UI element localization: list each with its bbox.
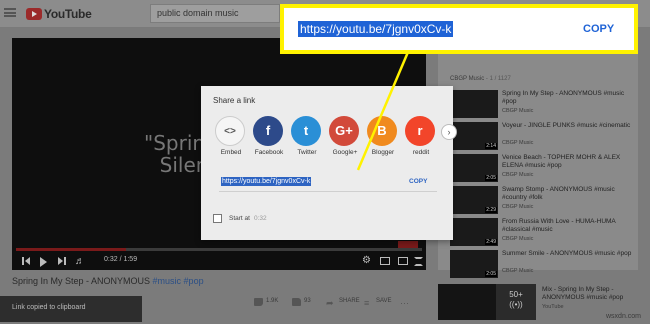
share-dialog-title: Share a link	[213, 96, 256, 105]
mix-title: Mix - Spring In My Step - ANONYMOUS #mus…	[542, 286, 624, 301]
like-count[interactable]: 1.9K	[266, 298, 278, 304]
video-title-text: Spring In My Step - ANONYMOUS	[12, 276, 153, 286]
share-arrow-icon[interactable]: ➦	[326, 298, 334, 309]
volume-icon[interactable]: ♬	[75, 256, 85, 267]
start-at-checkbox[interactable]	[213, 214, 222, 223]
playlist-item-channel: CBGP Music	[502, 268, 534, 274]
progress-fill	[16, 248, 126, 251]
playlist-position: - 1 / 1127	[484, 76, 511, 82]
save-playlist-icon[interactable]: ≡	[364, 298, 369, 308]
playlist-thumbnail: 2:05	[450, 250, 498, 278]
progress-end-marker	[398, 241, 418, 248]
google-plus-icon[interactable]: G+	[329, 116, 359, 146]
search-input[interactable]: public domain music	[150, 4, 280, 23]
playlist-channel: CBGP Music - 1 / 1127	[450, 76, 511, 82]
playlist-item[interactable]: 2:49 From Russia With Love - HUMA-HUMA #c…	[450, 218, 640, 248]
playlist-channel-name[interactable]: CBGP Music	[450, 76, 484, 82]
reddit-icon[interactable]: r	[405, 116, 435, 146]
fullscreen-icon[interactable]	[414, 257, 423, 266]
playlist-thumbnail: 2:29	[450, 186, 498, 214]
callout-copy-button[interactable]: COPY	[583, 23, 614, 35]
youtube-wordmark: YouTube	[44, 7, 92, 21]
playlist-item-channel: CBGP Music	[502, 108, 534, 114]
blogger-icon[interactable]: B	[367, 116, 397, 146]
twitter-icon[interactable]: t	[291, 116, 321, 146]
playlist-thumbnail: 2:05	[450, 154, 498, 182]
start-at-label: Start at 0:32	[229, 215, 267, 222]
theater-mode-icon[interactable]	[398, 257, 408, 265]
watermark: wsxdn.com	[606, 313, 642, 320]
playlist-item-title: Voyeur - JINGLE PUNKS #music #cinematic	[502, 122, 631, 129]
share-link-field[interactable]: https://youtu.be/7jgnv0xCv-k COPY	[219, 174, 437, 192]
playlist-thumbnail	[450, 90, 498, 118]
playlist-item-title: Spring In My Step - ANONYMOUS #music #po…	[502, 90, 625, 105]
playlist-item-title: Summer Smile - ANONYMOUS #music #pop	[502, 250, 632, 257]
playlist-item-channel: CBGP Music	[502, 172, 534, 178]
more-options-icon[interactable]: ⋯	[400, 298, 409, 309]
next-icon[interactable]	[58, 257, 66, 265]
mix-count: 50+	[509, 290, 523, 299]
playlist-item[interactable]: 2:14 Voyeur - JINGLE PUNKS #music #cinema…	[450, 122, 640, 152]
start-at-text: Start at	[229, 215, 250, 222]
playlist-item-channel: CBGP Music	[502, 236, 534, 242]
facebook-icon[interactable]: f	[253, 116, 283, 146]
previous-icon[interactable]	[22, 257, 30, 265]
miniplayer-icon[interactable]	[380, 257, 390, 265]
playlist-duration: 2:14	[485, 143, 497, 149]
playlist-duration: 2:49	[485, 239, 497, 245]
hamburger-menu-icon[interactable]	[4, 8, 16, 17]
playlist-item[interactable]: 2:29 Swamp Stomp - ANONYMOUS #music #coun…	[450, 186, 640, 216]
playlist-item-channel: CBGP Music	[502, 140, 534, 146]
start-at-time[interactable]: 0:32	[254, 215, 267, 222]
video-title: Spring In My Step - ANONYMOUS #music #po…	[12, 276, 204, 286]
thumbs-up-icon[interactable]	[254, 298, 263, 306]
snackbar: Link copied to clipboard	[0, 296, 142, 322]
playlist-thumbnail: 2:49	[450, 218, 498, 246]
progress-bar[interactable]	[16, 248, 422, 251]
playlist-duration: 2:29	[485, 207, 497, 213]
playlist-duration: 2:05	[485, 175, 497, 181]
playlist-item-channel: CBGP Music	[502, 204, 534, 210]
share-dialog: Share a link <> Embed f Facebook t Twitter G+ G…	[201, 86, 457, 240]
mix-channel: YouTube	[542, 304, 564, 310]
playlist-item-title: Swamp Stomp - ANONYMOUS #music #country …	[502, 186, 615, 201]
callout-url[interactable]: https://youtu.be/7jgnv0xCv-k	[298, 21, 454, 37]
youtube-play-icon	[26, 8, 42, 20]
playlist-duration: 2:05	[485, 271, 497, 277]
share-link-url[interactable]: https://youtu.be/7jgnv0xCv-k	[221, 177, 312, 186]
mix-radio-icon: ((•))	[509, 300, 523, 309]
play-icon[interactable]	[40, 257, 47, 267]
thumbs-down-icon[interactable]	[292, 298, 301, 306]
playlist-item[interactable]: 2:05 Venice Beach - TOPHER MOHR & ALEX EL…	[450, 154, 640, 184]
playlist-item-title: Venice Beach - TOPHER MOHR & ALEX ELENA …	[502, 154, 621, 169]
share-button[interactable]: SHARE	[339, 298, 360, 304]
playlist-item-title: From Russia With Love - HUMA-HUMA #class…	[502, 218, 616, 233]
time-display: 0:32 / 1:59	[104, 256, 138, 263]
save-button[interactable]: SAVE	[376, 298, 392, 304]
copy-button[interactable]: COPY	[409, 178, 427, 185]
dislike-count[interactable]: 93	[304, 298, 311, 304]
playlist-thumbnail: 2:14	[450, 122, 498, 150]
embed-icon[interactable]: <>	[215, 116, 245, 146]
chevron-right-icon[interactable]: ›	[441, 124, 457, 140]
gear-icon[interactable]: ⚙	[362, 255, 371, 266]
share-service-label: reddit	[412, 149, 430, 156]
mix-overlay: 50+ ((•))	[496, 284, 536, 320]
playlist-item[interactable]: 2:05 Summer Smile - ANONYMOUS #music #pop…	[450, 250, 640, 280]
callout-highlight: https://youtu.be/7jgnv0xCv-k COPY	[280, 4, 638, 54]
playlist-item[interactable]: Spring In My Step - ANONYMOUS #music #po…	[450, 90, 640, 120]
video-title-tags[interactable]: #music #pop	[153, 276, 204, 286]
player-controls: ♬ 0:32 / 1:59 ⚙	[12, 254, 426, 270]
